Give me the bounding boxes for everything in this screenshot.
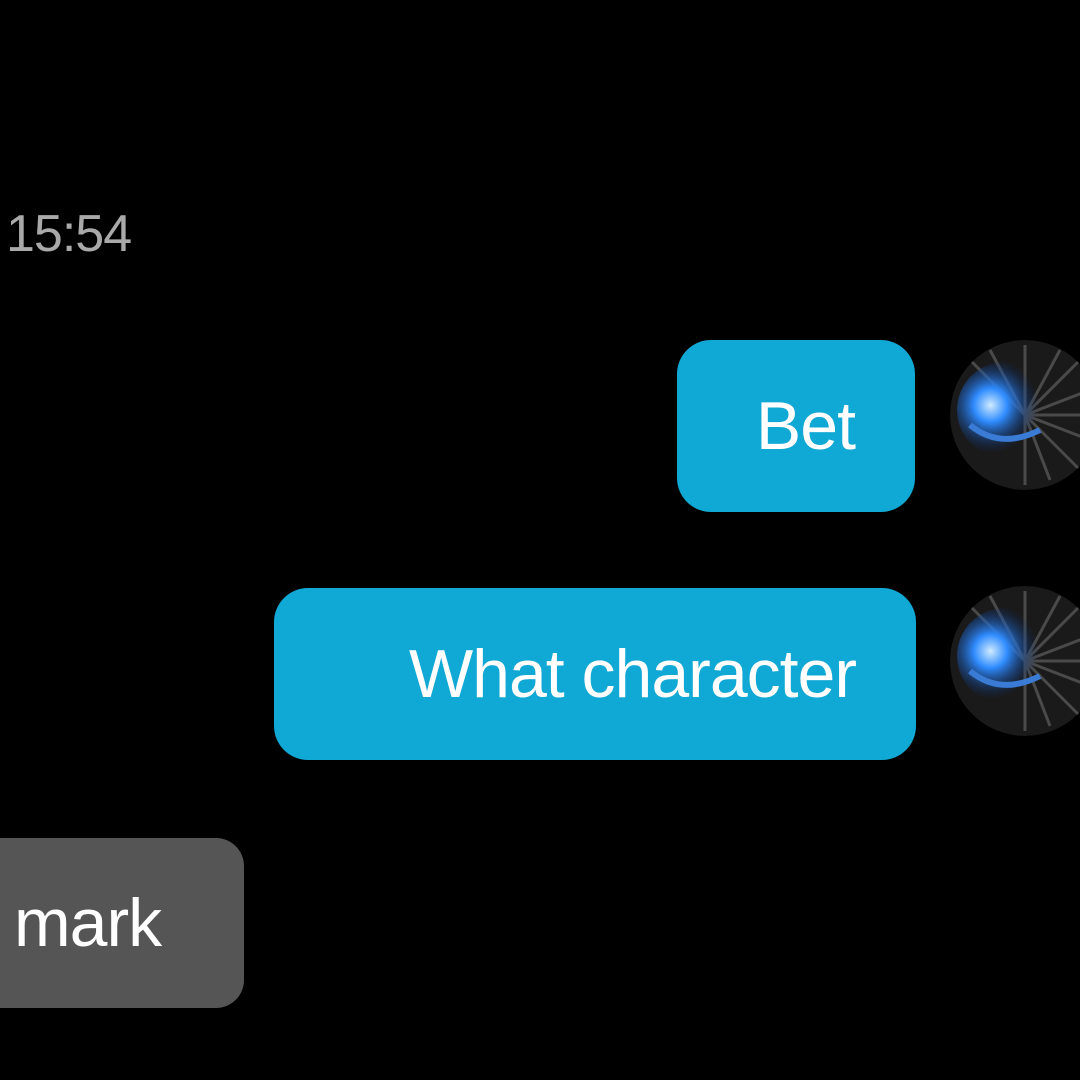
outgoing-message-bubble[interactable]: Bet (677, 340, 915, 512)
message-text: What character (408, 636, 857, 712)
chat-thread: 15:54 Bet What character mark (0, 0, 1080, 1080)
blue-swirl-avatar-icon[interactable] (950, 340, 1080, 490)
incoming-message-bubble[interactable]: mark (0, 838, 244, 1008)
message-text: Bet (755, 388, 856, 464)
outgoing-message-bubble[interactable]: What character (274, 588, 916, 760)
message-timestamp: 15:54 (6, 205, 132, 263)
avatar-image (950, 340, 1080, 490)
blue-swirl-avatar-icon[interactable] (950, 586, 1080, 736)
avatar-image (950, 586, 1080, 736)
message-text: mark (14, 885, 162, 961)
